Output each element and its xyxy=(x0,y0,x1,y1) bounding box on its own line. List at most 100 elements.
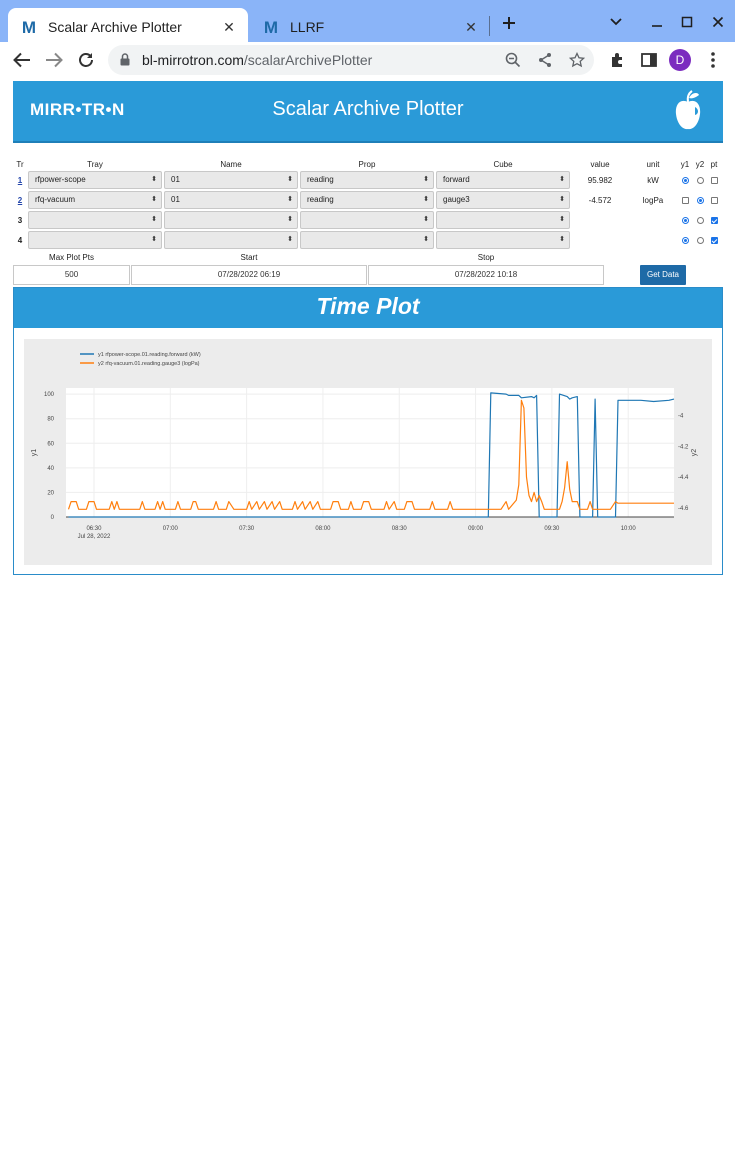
y2-radio[interactable] xyxy=(696,236,704,244)
col-header-y1: y1 xyxy=(680,159,690,169)
tray-select-value: rfq-vacuum xyxy=(35,195,76,204)
y2-tick-label: -4.6 xyxy=(678,506,689,512)
trace-link-1[interactable]: 1 xyxy=(18,176,22,185)
plot-area xyxy=(66,388,674,517)
y2-tick-label: -4.4 xyxy=(678,475,689,481)
pt-checkbox[interactable] xyxy=(710,196,718,204)
max-plot-pts-label: Max Plot Pts xyxy=(49,253,94,262)
unit: logPa xyxy=(642,195,664,205)
cube-select[interactable]: ⬍ xyxy=(436,231,570,249)
x-tick-label: 07:00 xyxy=(163,526,179,532)
col-header-tray: Tray xyxy=(87,159,103,169)
col-header-y2: y2 xyxy=(695,159,705,169)
tab-llrf[interactable]: M LLRF ✕ xyxy=(250,8,490,46)
close-window-icon[interactable] xyxy=(706,10,730,34)
back-arrow-icon[interactable] xyxy=(10,48,34,72)
pt-checkbox[interactable] xyxy=(710,216,718,224)
tray-select[interactable]: rfq-vacuum ⬍ xyxy=(28,191,162,209)
cube-select[interactable]: ⬍ xyxy=(436,211,570,229)
select-arrows-icon: ⬍ xyxy=(287,216,293,223)
select-arrows-icon: ⬍ xyxy=(423,216,429,223)
y1-tick-label: 20 xyxy=(47,490,54,496)
select-arrows-icon: ⬍ xyxy=(559,196,565,203)
y2-axis-title: y2 xyxy=(691,449,698,457)
url-host: bl-mirrotron.com xyxy=(142,52,244,68)
trace-number-3: 3 xyxy=(17,215,23,225)
y2-radio[interactable] xyxy=(696,176,704,184)
get-data-button[interactable]: Get Data xyxy=(640,265,686,285)
side-panel-icon[interactable] xyxy=(639,50,659,70)
tab-search-chevron-icon[interactable] xyxy=(604,10,628,34)
extensions-puzzle-icon[interactable] xyxy=(607,50,627,70)
start-datetime-input[interactable]: 07/28/2022 06:19 xyxy=(131,265,367,285)
name-select[interactable]: 01 ⬍ xyxy=(164,191,298,209)
x-tick-label: 09:00 xyxy=(468,526,484,532)
maximize-icon[interactable] xyxy=(675,10,699,34)
col-header-tr: Tr xyxy=(16,159,24,169)
x-tick-label: 09:30 xyxy=(544,526,560,532)
x-tick-label: 07:30 xyxy=(239,526,255,532)
pt-checkbox[interactable] xyxy=(710,176,718,184)
unit xyxy=(629,210,677,230)
trace-number-4: 4 xyxy=(17,235,23,245)
x-tick-label: 08:00 xyxy=(315,526,331,532)
y1-radio[interactable] xyxy=(681,176,689,184)
new-tab-icon[interactable] xyxy=(498,12,520,34)
tray-select[interactable]: ⬍ xyxy=(28,211,162,229)
forward-arrow-icon[interactable] xyxy=(42,48,66,72)
current-value xyxy=(571,230,629,250)
y1-radio[interactable] xyxy=(681,216,689,224)
close-tab-icon[interactable]: ✕ xyxy=(460,16,482,38)
legend-entry: y1 rfpower-scope.01.reading.forward (kW) xyxy=(98,352,201,358)
y1-radio[interactable] xyxy=(681,236,689,244)
tray-select[interactable]: ⬍ xyxy=(28,231,162,249)
bookmark-star-icon[interactable] xyxy=(568,51,586,69)
prop-select[interactable]: ⬍ xyxy=(300,211,434,229)
current-value: -4.572 xyxy=(588,195,612,205)
close-tab-icon[interactable]: ✕ xyxy=(218,16,240,38)
table-row: 3 ⬍ ⬍ ⬍ ⬍ xyxy=(13,210,721,230)
prop-select[interactable]: reading ⬍ xyxy=(300,191,434,209)
table-row: 1 rfpower-scope ⬍ 01 ⬍ reading ⬍ forward ⬍ 9… xyxy=(13,170,721,190)
current-value: 95.982 xyxy=(587,175,613,185)
start-label: Start xyxy=(240,253,258,262)
minimize-icon[interactable] xyxy=(645,10,669,34)
select-arrows-icon: ⬍ xyxy=(559,176,565,183)
stop-datetime-input[interactable]: 07/28/2022 10:18 xyxy=(368,265,604,285)
select-arrows-icon: ⬍ xyxy=(423,236,429,243)
time-plot-chart[interactable]: 06:30 07:00 07:30 08:00 08:30 09:00 09:30 10:00… xyxy=(26,340,710,564)
time-plot-heading: Time Plot xyxy=(14,288,722,328)
share-icon[interactable] xyxy=(536,51,554,69)
prop-select[interactable]: reading ⬍ xyxy=(300,171,434,189)
max-plot-pts-input[interactable]: 500 xyxy=(13,265,130,285)
select-arrows-icon: ⬍ xyxy=(423,176,429,183)
cube-select[interactable]: forward ⬍ xyxy=(436,171,570,189)
y1-radio[interactable] xyxy=(681,196,689,204)
reload-icon[interactable] xyxy=(74,48,98,72)
name-select[interactable]: 01 ⬍ xyxy=(164,171,298,189)
cube-select[interactable]: gauge3 ⬍ xyxy=(436,191,570,209)
x-tick-label: 06:30 xyxy=(86,526,102,532)
profile-avatar[interactable]: D xyxy=(669,49,691,71)
y2-radio[interactable] xyxy=(696,196,704,204)
unit: kW xyxy=(647,175,659,185)
legend-entry: y2 rfq-vacuum.01.reading.gauge3 (logPa) xyxy=(98,361,200,367)
address-bar[interactable]: bl-mirrotron.com/scalarArchivePlotter xyxy=(108,45,594,75)
y2-tick-label: -4.2 xyxy=(678,444,689,450)
kebab-menu-icon[interactable] xyxy=(703,50,723,70)
tray-select[interactable]: rfpower-scope ⬍ xyxy=(28,171,162,189)
y2-radio[interactable] xyxy=(696,216,704,224)
channel-selector-table: Tr Tray Name Prop Cube value unit y1 y2 … xyxy=(13,158,721,250)
trace-link-2[interactable]: 2 xyxy=(18,196,22,205)
y2-tick-label: -4 xyxy=(678,414,684,420)
y1-axis-title: y1 xyxy=(31,449,38,457)
zoom-out-icon[interactable] xyxy=(504,51,522,69)
col-header-prop: Prop xyxy=(358,159,376,169)
tab-scalar-archive-plotter[interactable]: M Scalar Archive Plotter ✕ xyxy=(8,8,248,46)
name-select[interactable]: ⬍ xyxy=(164,211,298,229)
mirrotron-favicon-icon: M xyxy=(262,18,280,36)
page-title: Scalar Archive Plotter xyxy=(272,98,464,120)
pt-checkbox[interactable] xyxy=(710,236,718,244)
name-select[interactable]: ⬍ xyxy=(164,231,298,249)
prop-select[interactable]: ⬍ xyxy=(300,231,434,249)
